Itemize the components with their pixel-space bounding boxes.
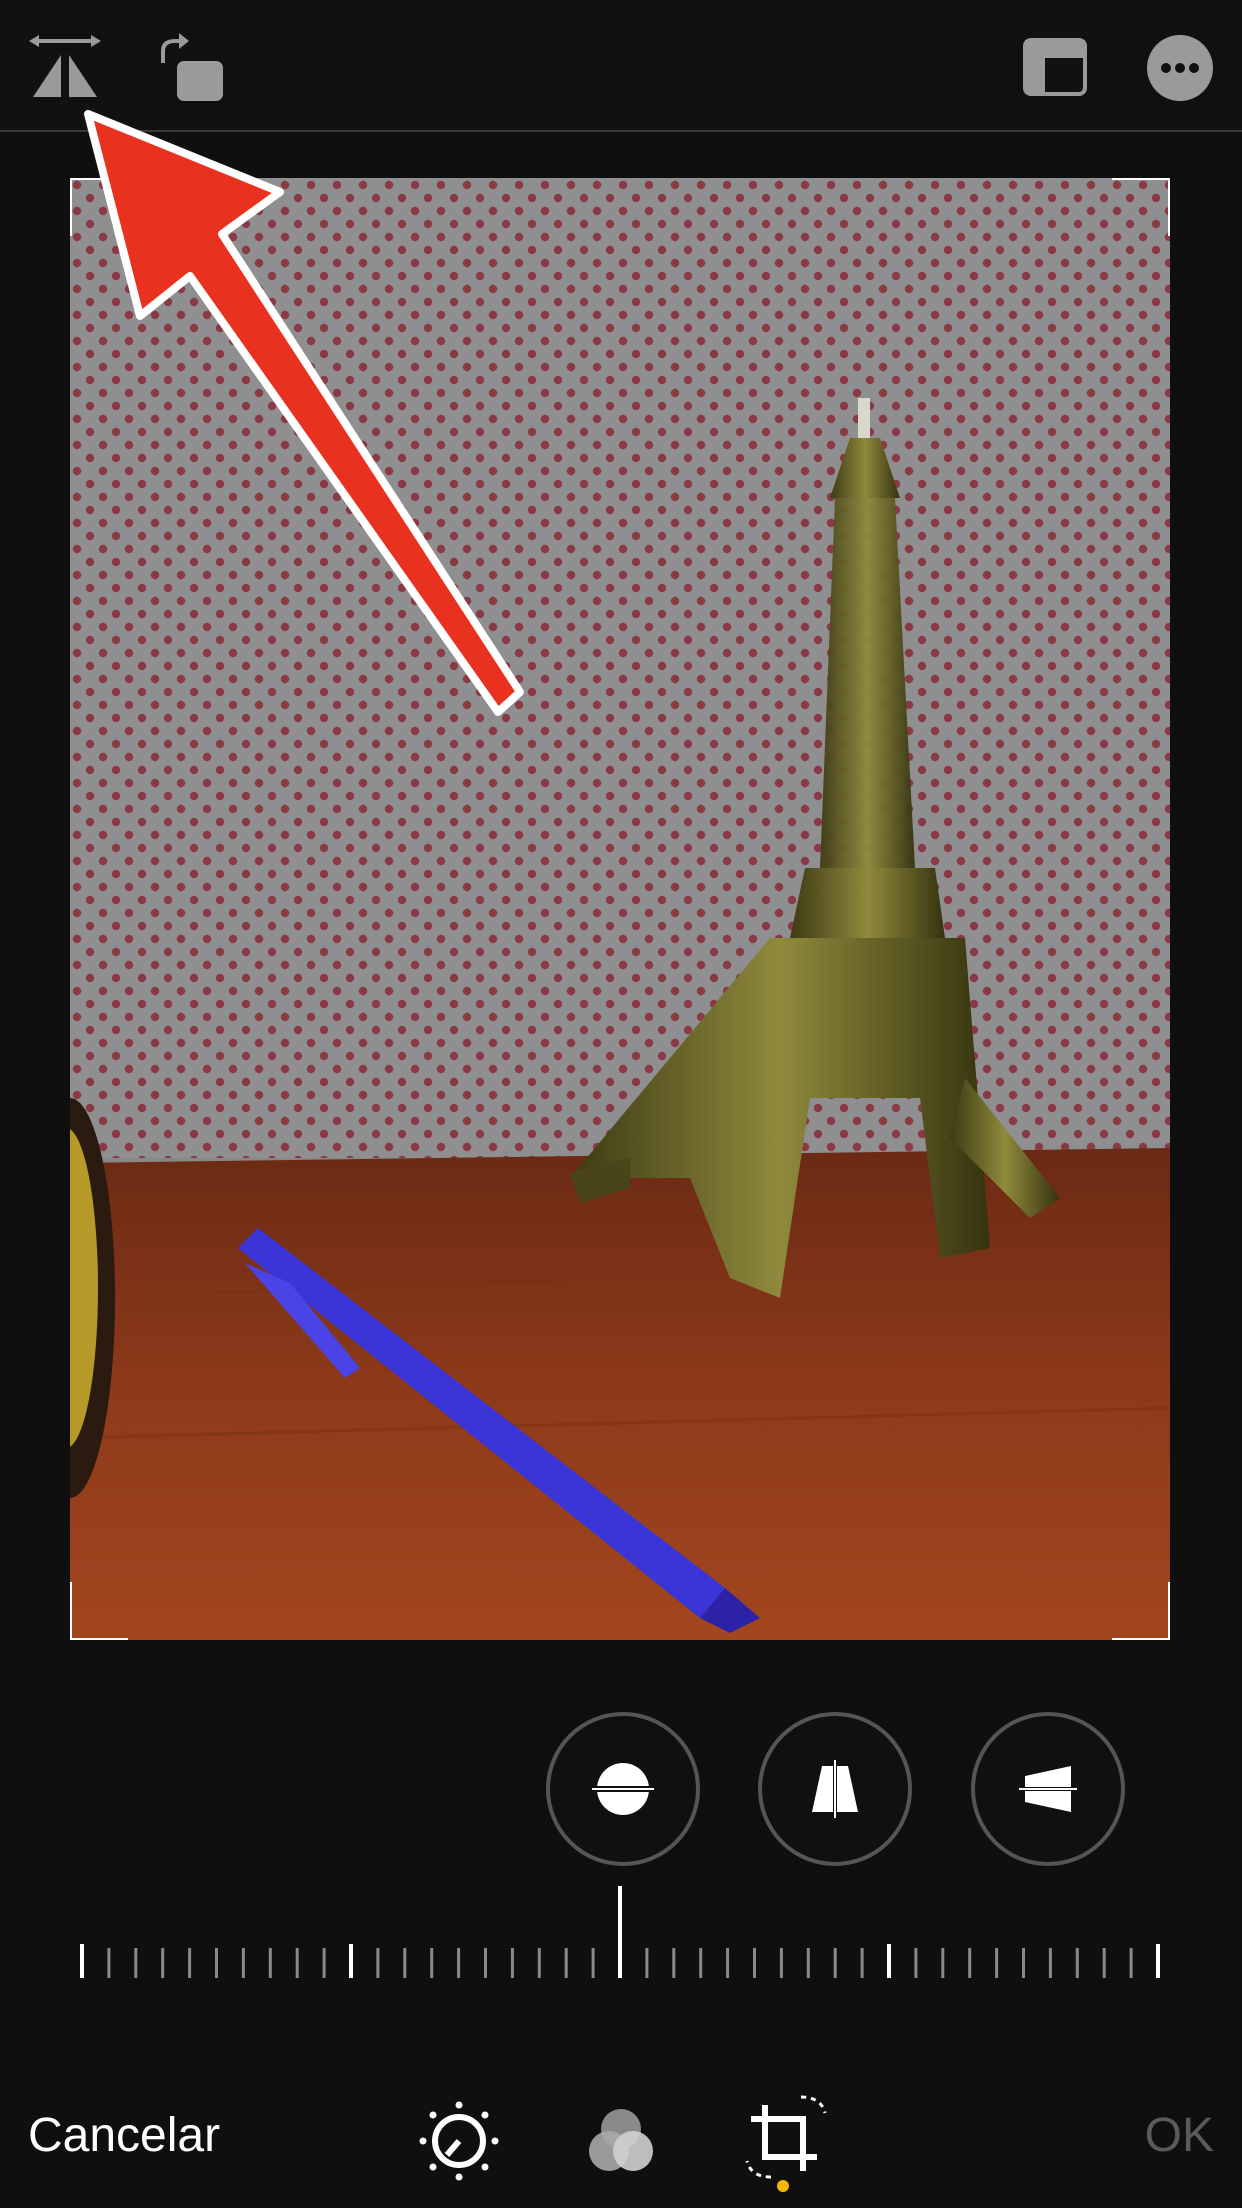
adjust-dial-icon	[419, 2101, 499, 2181]
crop-tab[interactable]	[736, 2086, 836, 2186]
rotation-dial[interactable]	[70, 1880, 1170, 1990]
filters-icon	[589, 2109, 653, 2171]
aspect-ratio-icon[interactable]	[1010, 22, 1100, 112]
vertical-perspective-icon	[812, 1758, 858, 1820]
more-icon[interactable]	[1138, 26, 1222, 110]
horizontal-perspective-tool[interactable]	[971, 1712, 1125, 1866]
adjust-tab[interactable]	[414, 2096, 504, 2186]
active-tab-indicator	[777, 2180, 789, 2192]
straighten-icon	[590, 1763, 656, 1815]
straighten-tool[interactable]	[546, 1712, 700, 1866]
crop-corner-tr[interactable]	[1112, 178, 1170, 236]
crop-corner-bl[interactable]	[70, 1582, 128, 1640]
vertical-perspective-tool[interactable]	[758, 1712, 912, 1866]
cancel-button[interactable]: Cancelar	[28, 2108, 220, 2163]
horizontal-perspective-icon	[1017, 1766, 1079, 1812]
crop-corner-br[interactable]	[1112, 1582, 1170, 1640]
flip-horizontal-icon[interactable]	[20, 22, 110, 112]
crop-icon	[745, 2095, 827, 2179]
annotation-arrow	[84, 110, 524, 716]
ok-button[interactable]: OK	[1145, 2108, 1214, 2163]
filters-tab[interactable]	[576, 2096, 666, 2186]
